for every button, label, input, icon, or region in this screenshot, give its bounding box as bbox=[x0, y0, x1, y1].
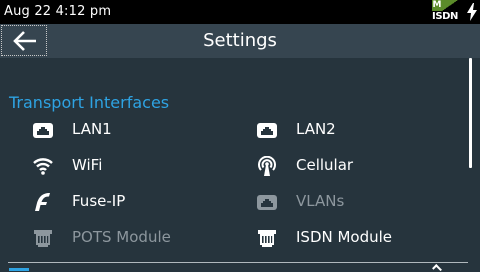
charging-bolt-icon bbox=[467, 3, 477, 21]
title-bar: Settings bbox=[0, 24, 480, 58]
fuse-ip-icon bbox=[35, 193, 50, 211]
menu-item-wifi[interactable]: WiFi bbox=[32, 153, 232, 179]
ethernet-icon bbox=[33, 123, 53, 138]
menu-item-isdn-module[interactable]: ISDN Module bbox=[256, 225, 456, 251]
menu-item-label: WiFi bbox=[72, 156, 103, 174]
scrollbar-thumb[interactable] bbox=[469, 58, 472, 168]
isdn-status-icon: M ISDN bbox=[432, 0, 458, 24]
next-section-title-partial bbox=[9, 265, 49, 272]
menu-item-fuse-ip[interactable]: Fuse-IP bbox=[32, 189, 232, 215]
signal-triangle-icon bbox=[442, 0, 458, 11]
chevron-up-icon bbox=[432, 264, 442, 272]
menu-item-label: POTS Module bbox=[72, 228, 171, 246]
section-title: Transport Interfaces bbox=[9, 93, 170, 112]
menu-item-label: VLANs bbox=[296, 192, 345, 210]
ethernet-icon bbox=[257, 195, 277, 210]
module-connector-icon bbox=[258, 230, 276, 247]
menu-item-label: Fuse-IP bbox=[72, 192, 126, 210]
status-bar: Aug 22 4:12 pm M ISDN bbox=[0, 0, 480, 24]
ethernet-icon bbox=[257, 123, 277, 138]
section-divider bbox=[8, 262, 468, 263]
menu-item-pots-module: POTS Module bbox=[32, 225, 232, 251]
menu-item-label: LAN1 bbox=[72, 120, 112, 138]
page-title: Settings bbox=[203, 30, 277, 51]
menu-item-cellular[interactable]: Cellular bbox=[256, 153, 456, 179]
menu-item-lan2[interactable]: LAN2 bbox=[256, 117, 456, 143]
module-connector-icon bbox=[34, 230, 52, 247]
menu-item-label: Cellular bbox=[296, 156, 354, 174]
back-button[interactable] bbox=[1, 25, 47, 56]
menu-item-vlans: VLANs bbox=[256, 189, 456, 215]
menu-item-label: ISDN Module bbox=[296, 228, 393, 246]
menu-item-lan1[interactable]: LAN1 bbox=[32, 117, 232, 143]
menu-item-label: LAN2 bbox=[296, 120, 336, 138]
status-time: Aug 22 4:12 pm bbox=[4, 4, 112, 19]
wifi-icon bbox=[33, 158, 53, 175]
isdn-badge-m: M bbox=[432, 0, 442, 11]
back-arrow-icon bbox=[13, 31, 36, 51]
cellular-tower-icon bbox=[258, 156, 276, 176]
isdn-badge-label: ISDN bbox=[432, 11, 458, 22]
